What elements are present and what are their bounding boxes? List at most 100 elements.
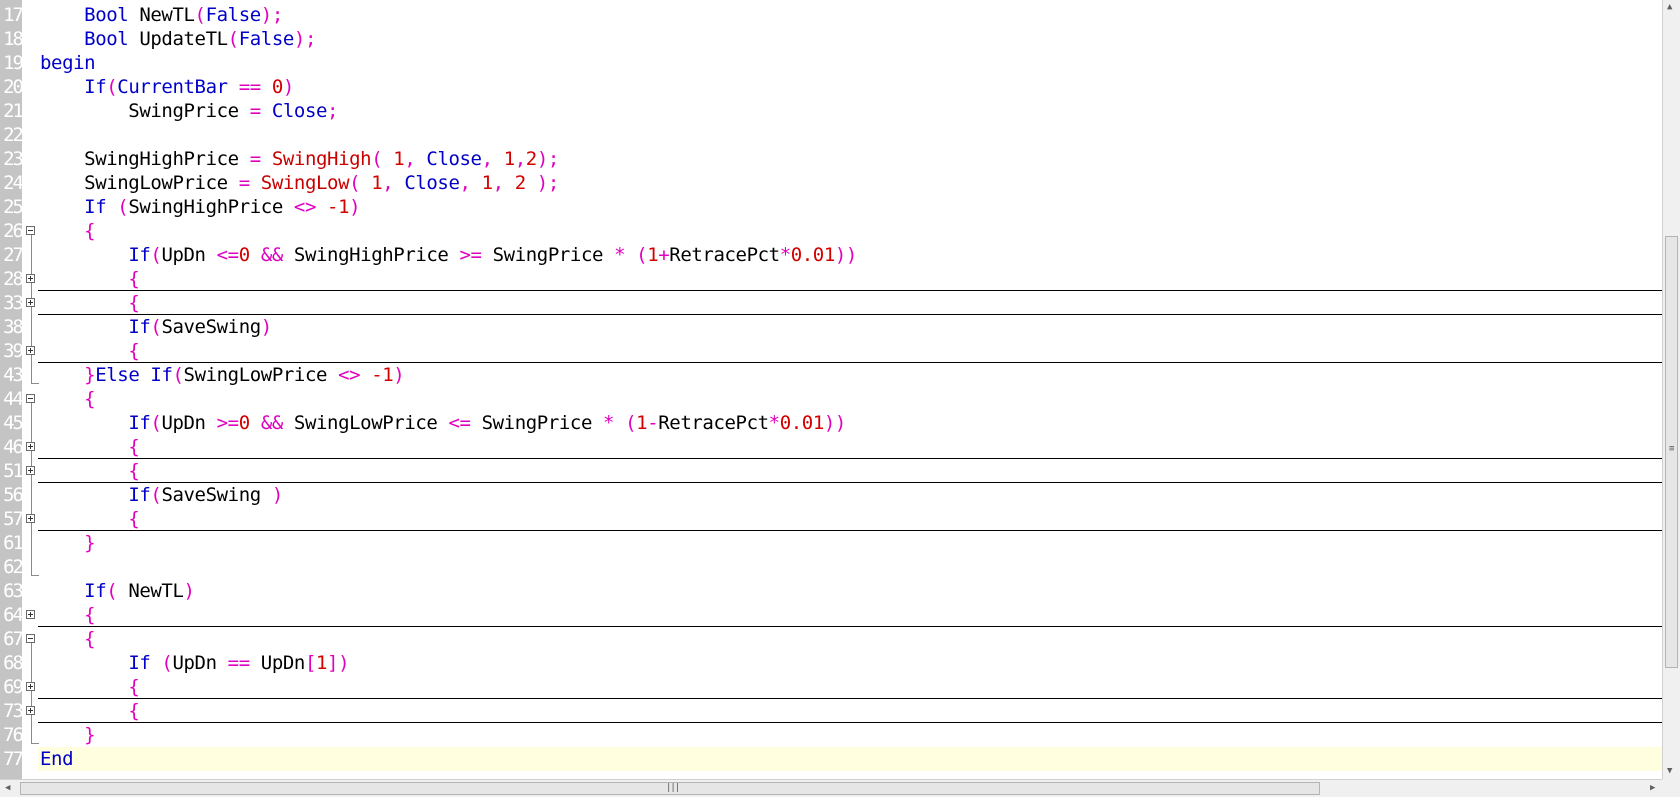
code-token: == — [227, 76, 272, 98]
code-line[interactable]: }Else If(SwingLowPrice <> -1) — [40, 363, 405, 387]
horizontal-scrollbar[interactable]: ◀ ||| ▶ — [0, 779, 1662, 797]
code-token: 2 — [525, 148, 537, 170]
code-token: If — [84, 76, 107, 98]
code-line[interactable]: If(UpDn >=0 && SwingLowPrice <= SwingPri… — [40, 411, 846, 435]
code-token: ( — [106, 580, 129, 602]
line-number: 21 — [3, 100, 22, 122]
code-line[interactable]: SwingLowPrice = SwingLow( 1, Close, 1, 2… — [40, 171, 559, 195]
fold-collapse-icon[interactable] — [26, 634, 35, 643]
code-line[interactable]: If( NewTL) — [40, 579, 195, 603]
collapsed-region-separator — [38, 722, 1662, 723]
fold-collapse-icon[interactable] — [26, 394, 35, 403]
fold-expand-icon[interactable] — [26, 706, 35, 715]
code-token: CurrentBar — [117, 76, 228, 98]
fold-expand-icon[interactable] — [26, 466, 35, 475]
code-token: If — [128, 652, 151, 674]
code-line[interactable]: { — [40, 339, 139, 363]
code-line[interactable]: { — [40, 627, 95, 651]
code-line[interactable]: { — [40, 387, 95, 411]
code-line[interactable]: If(UpDn <=0 && SwingHighPrice >= SwingPr… — [40, 243, 857, 267]
vertical-scroll-thumb[interactable]: ≡ — [1665, 236, 1678, 668]
code-line[interactable]: SwingPrice = Close; — [40, 99, 338, 123]
fold-collapse-icon[interactable] — [26, 226, 35, 235]
scroll-up-arrow-icon[interactable]: ▲ — [1667, 2, 1672, 12]
code-token: If — [150, 364, 173, 386]
code-token: { — [84, 388, 96, 410]
code-line[interactable]: SwingHighPrice = SwingHigh( 1, Close, 1,… — [40, 147, 559, 171]
code-line[interactable]: { — [40, 219, 95, 243]
code-line[interactable]: If (SwingHighPrice <> -1) — [40, 195, 360, 219]
line-number: 77 — [3, 748, 22, 770]
fold-expand-icon[interactable] — [26, 274, 35, 283]
collapsed-region-separator — [38, 290, 1662, 291]
code-line[interactable]: { — [40, 603, 95, 627]
code-token: } — [84, 724, 96, 746]
fold-expand-icon[interactable] — [26, 514, 35, 523]
line-number-gutter: 17 18 19 20 21 22 23 24 25 26 27 28 33 38 39 43 44 45 46 51… — [0, 0, 22, 779]
fold-expand-icon[interactable] — [26, 298, 35, 307]
code-token: RetracePct — [658, 412, 769, 434]
code-token: If — [128, 484, 151, 506]
scroll-left-arrow-icon[interactable]: ◀ — [5, 783, 10, 793]
code-line[interactable]: If (UpDn == UpDn[1]) — [40, 651, 349, 675]
line-number: 18 — [3, 28, 22, 50]
scroll-right-arrow-icon[interactable]: ▶ — [1650, 783, 1655, 793]
code-line[interactable]: { — [40, 699, 139, 723]
code-token: ) — [282, 76, 294, 98]
code-token: ); — [260, 4, 283, 26]
fold-expand-icon[interactable] — [26, 442, 35, 451]
line-number: 61 — [3, 532, 22, 554]
line-number: 68 — [3, 652, 22, 674]
code-token: 1 — [316, 652, 328, 674]
line-number: 45 — [3, 412, 22, 434]
code-line[interactable]: End — [40, 747, 74, 771]
code-line[interactable]: { — [40, 435, 139, 459]
code-line[interactable]: Bool NewTL(False); — [40, 3, 283, 27]
code-token: SaveSwing — [161, 316, 261, 338]
code-line[interactable]: } — [40, 531, 95, 555]
code-line[interactable]: If(CurrentBar == 0) — [40, 75, 294, 99]
code-token: NewTL — [128, 4, 195, 26]
code-token: If — [128, 412, 151, 434]
code-line[interactable]: begin — [40, 51, 96, 75]
code-token: <> — [338, 364, 361, 386]
code-token: SwingPrice — [470, 412, 604, 434]
fold-expand-icon[interactable] — [26, 682, 35, 691]
horizontal-scroll-thumb[interactable]: ||| — [20, 782, 1320, 795]
code-line[interactable]: If(SaveSwing ) — [40, 483, 283, 507]
code-token: NewTL — [128, 580, 184, 602]
code-token: ( — [636, 244, 648, 266]
line-number: 64 — [3, 604, 22, 626]
code-line[interactable]: Bool UpdateTL(False); — [40, 27, 316, 51]
code-line[interactable]: { — [40, 675, 139, 699]
code-token: { — [128, 460, 140, 482]
code-line[interactable]: { — [40, 507, 139, 531]
code-editor[interactable]: 17 18 19 20 21 22 23 24 25 26 27 28 33 38 39 43 44 45 46 51… — [0, 0, 1663, 779]
vertical-scrollbar[interactable]: ▲ ≡ ▼ — [1662, 0, 1680, 779]
code-token: SwingPrice — [481, 244, 615, 266]
code-line[interactable]: { — [40, 459, 139, 483]
scroll-down-arrow-icon[interactable]: ▼ — [1667, 766, 1672, 776]
code-token: 1 — [503, 148, 515, 170]
code-line[interactable]: } — [40, 723, 95, 747]
code-line[interactable]: { — [40, 291, 139, 315]
fold-expand-icon[interactable] — [26, 610, 35, 619]
code-token: , — [514, 148, 526, 170]
code-line[interactable]: { — [40, 267, 139, 291]
code-token: , — [481, 148, 504, 170]
fold-expand-icon[interactable] — [26, 346, 35, 355]
code-token: SaveSwing — [161, 484, 272, 506]
code-line[interactable]: If(SaveSwing) — [40, 315, 272, 339]
code-token: { — [128, 268, 140, 290]
